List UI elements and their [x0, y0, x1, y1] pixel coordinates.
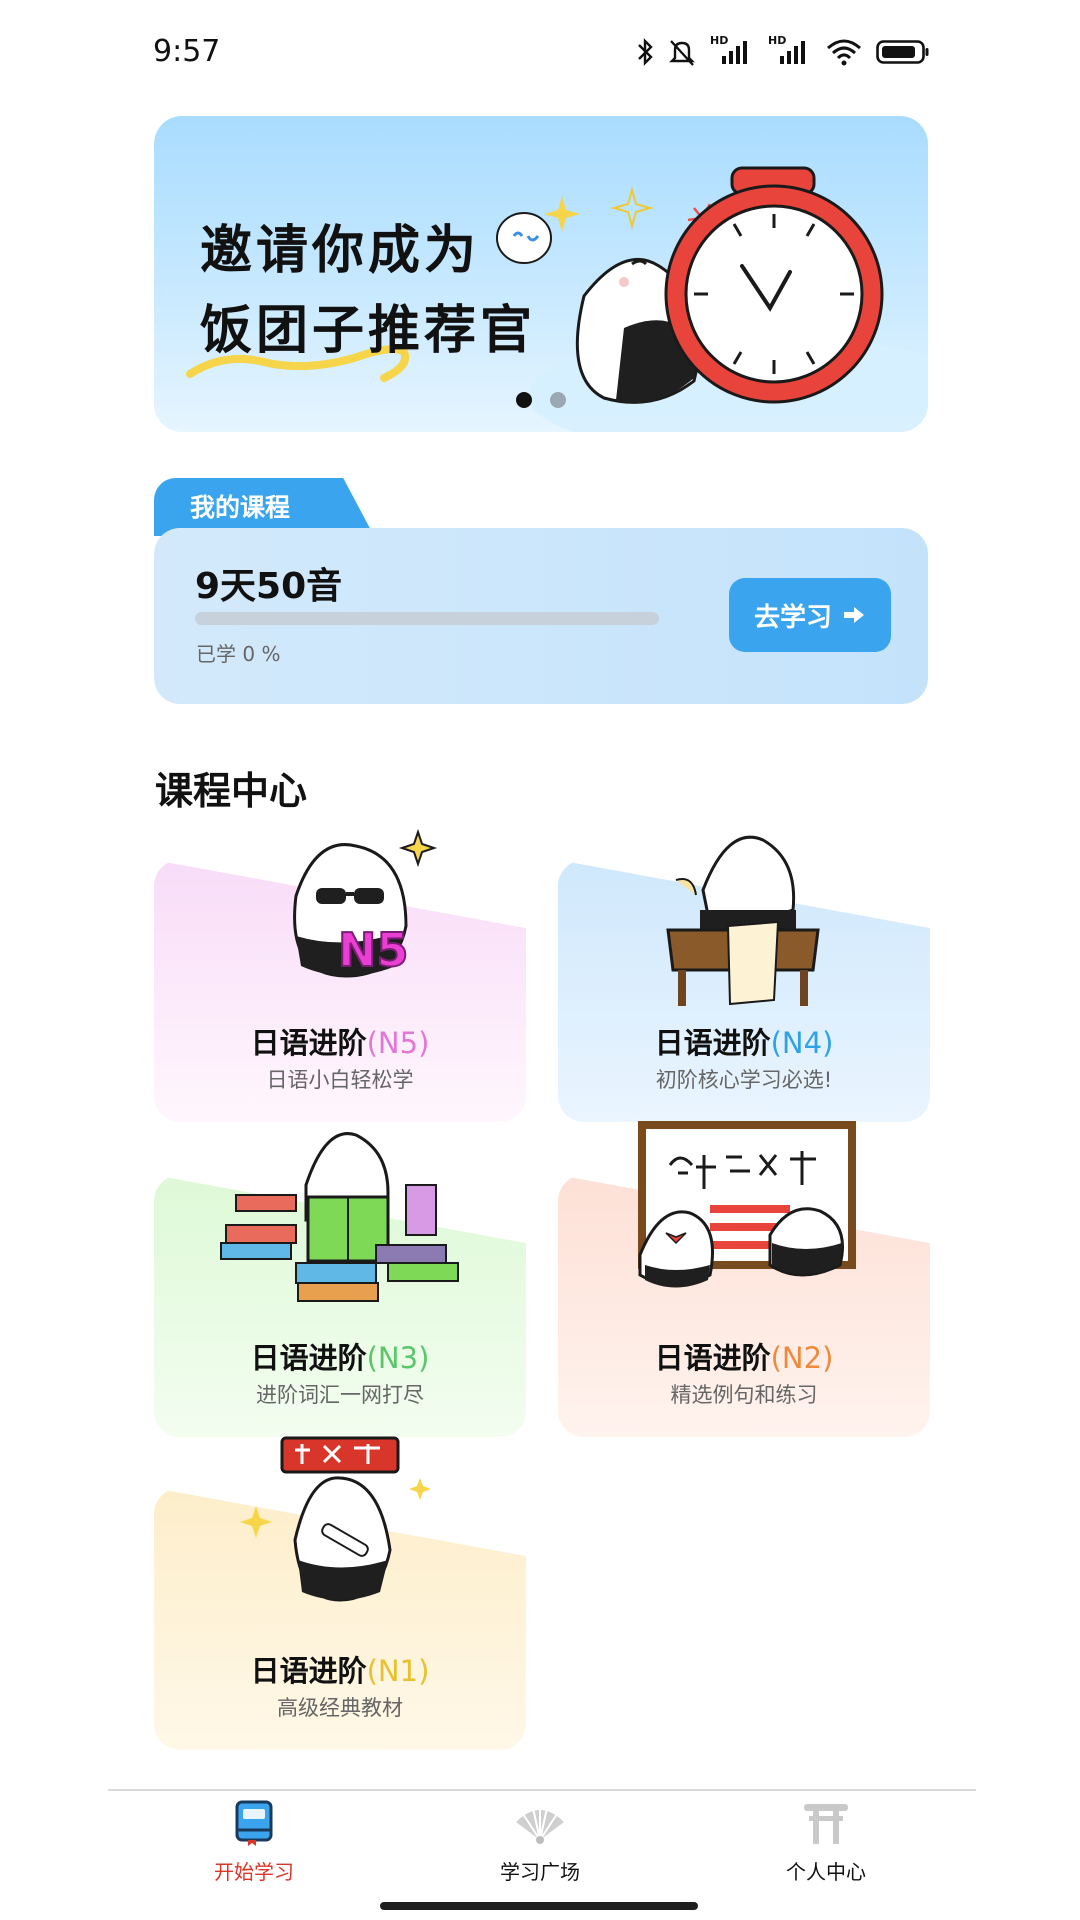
course-subtitle: 初阶核心学习必选!: [655, 1068, 833, 1092]
onigiri-writing-illustration: [666, 835, 820, 1006]
status-icons: HD HD: [636, 34, 930, 70]
nav-item-start-study[interactable]: 开始学习: [154, 1800, 354, 1900]
onigiri-books-illustration: [220, 1132, 459, 1302]
banner-pagination: [516, 392, 566, 408]
onigiri-board-illustration: [638, 1121, 856, 1288]
nav-label: 学习广场: [500, 1860, 580, 1884]
wifi-icon: [827, 39, 861, 66]
book-icon: [235, 1800, 273, 1846]
course-title: 日语进阶(N3): [250, 1341, 430, 1375]
status-time: 9:57: [153, 34, 221, 69]
torii-icon: [804, 1804, 848, 1844]
course-center-title: 课程中心: [155, 769, 308, 813]
my-course-progress-bar: [195, 612, 659, 625]
my-course-title: 9天50音: [195, 566, 343, 607]
banner-dot[interactable]: [550, 392, 566, 408]
course-level: (N4): [770, 1026, 834, 1060]
signal-hd-icon: HD: [710, 34, 754, 68]
onigiri-sunglasses-illustration: N5: [293, 828, 438, 978]
course-card-n2[interactable]: 日语进阶(N2) 精选例句和练习: [558, 1121, 930, 1437]
mute-bell-icon: [669, 40, 695, 66]
course-level: (N2): [770, 1341, 834, 1375]
nav-item-study-square[interactable]: 学习广场: [440, 1800, 640, 1900]
course-card-n1[interactable]: 日语进阶(N1) 高级经典教材: [154, 1436, 526, 1750]
course-subtitle: 高级经典教材: [277, 1696, 403, 1720]
course-card-n5[interactable]: N5 日语进阶(N5) 日语小白轻松学: [154, 828, 526, 1122]
course-title: 日语进阶(N5): [250, 1026, 430, 1060]
fan-icon: [516, 1806, 564, 1844]
my-course-progress-text: 已学 0 %: [196, 642, 281, 666]
course-card-n4[interactable]: 日语进阶(N4) 初阶核心学习必选!: [558, 835, 930, 1122]
nav-item-profile[interactable]: 个人中心: [726, 1800, 926, 1900]
banner-title-line2: 饭团子推荐官: [200, 301, 537, 361]
course-subtitle: 进阶词汇一网打尽: [256, 1383, 424, 1407]
course-title: 日语进阶(N2): [654, 1341, 834, 1375]
bluetooth-icon: [638, 38, 653, 66]
my-course-tab-label: 我的课程: [190, 493, 291, 522]
course-level: (N1): [366, 1654, 430, 1688]
nav-label: 开始学习: [214, 1860, 294, 1884]
course-subtitle: 日语小白轻松学: [266, 1068, 414, 1092]
banner-dot[interactable]: [516, 392, 532, 408]
signal-hd-icon: HD: [768, 34, 812, 68]
home-indicator[interactable]: [380, 1902, 698, 1910]
svg-text:N5: N5: [338, 923, 409, 977]
nav-label: 个人中心: [786, 1860, 866, 1884]
course-level: (N5): [366, 1026, 430, 1060]
onigiri-graduate-illustration: [240, 1436, 431, 1602]
battery-icon: [876, 40, 929, 64]
arrow-right-icon: [844, 607, 864, 623]
course-card-n3[interactable]: 日语进阶(N3) 进阶词汇一网打尽: [154, 1132, 526, 1437]
go-study-button[interactable]: 去学习: [729, 578, 891, 652]
bottom-nav-divider: [108, 1789, 976, 1791]
status-bar: 9:57 HD HD: [0, 0, 1080, 110]
course-title: 日语进阶(N4): [654, 1026, 834, 1060]
go-study-label: 去学习: [753, 602, 832, 633]
course-title: 日语进阶(N1): [250, 1654, 430, 1688]
course-subtitle: 精选例句和练习: [670, 1383, 818, 1407]
promo-banner[interactable]: 邀请你成为 饭团子推荐官: [154, 116, 928, 432]
course-level: (N3): [366, 1341, 430, 1375]
banner-title-line1: 邀请你成为: [200, 221, 481, 281]
